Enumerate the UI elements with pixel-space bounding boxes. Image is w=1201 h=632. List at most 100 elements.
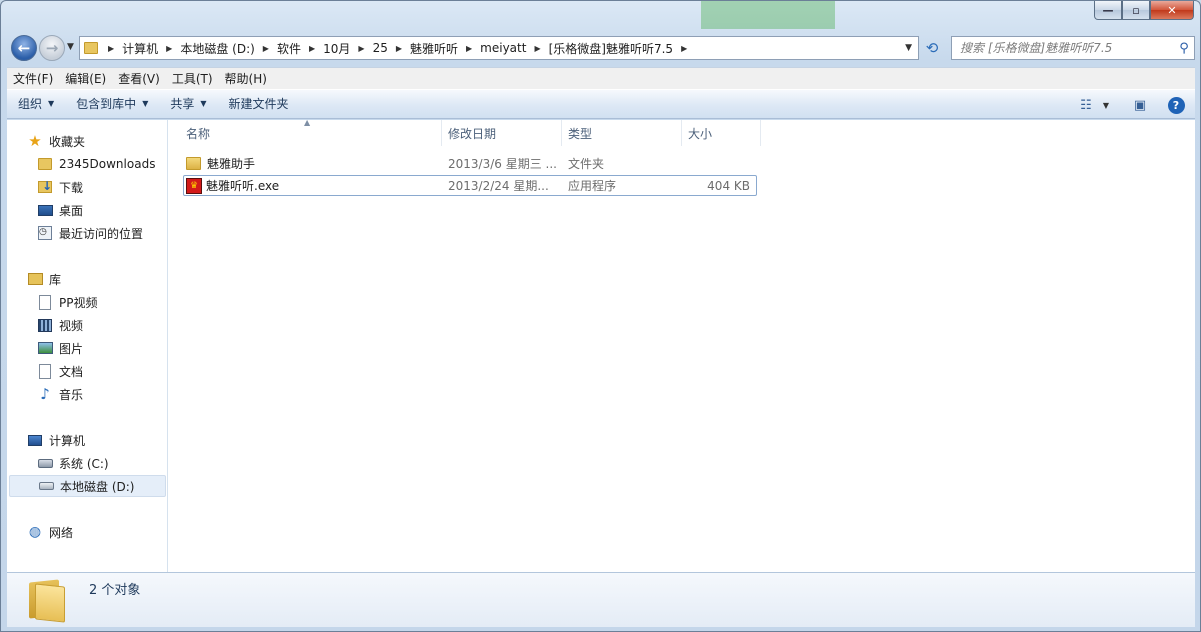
include-in-library-button[interactable]: 包含到库中 ▼ [65, 92, 159, 116]
sidebar-item-label: 桌面 [59, 203, 84, 218]
sidebar-item-pictures[interactable]: 图片 [37, 337, 83, 359]
sidebar-item-downloads[interactable]: 下载 [37, 176, 83, 198]
breadcrumb-25[interactable]: 25 [369, 37, 392, 59]
sidebar-item-videos[interactable]: 视频 [37, 314, 83, 336]
file-size: 404 KB [707, 178, 750, 193]
maximize-button[interactable]: ▫ [1122, 1, 1150, 20]
file-name-cell: ♛ 魅雅听听.exe [184, 177, 448, 194]
chevron-right-icon[interactable]: ▶ [530, 44, 544, 53]
breadcrumb-meiya[interactable]: 魅雅听听 [406, 37, 462, 59]
column-header-name[interactable]: 名称 [180, 120, 442, 146]
search-icon[interactable]: ⚲ [1174, 41, 1194, 56]
sidebar-item-label: 本地磁盘 (D:) [60, 479, 135, 494]
sidebar-item-documents[interactable]: 文档 [37, 360, 83, 382]
sidebar-item-music[interactable]: ♪ 音乐 [37, 383, 83, 405]
file-type: 应用程序 [568, 179, 617, 193]
sidebar-item-label: 音乐 [59, 387, 84, 402]
network-icon: ◍ [28, 524, 42, 540]
file-date: 2013/2/24 星期... [448, 179, 549, 193]
file-name: 魅雅听听.exe [206, 179, 280, 193]
sidebar-item-label: 下载 [59, 180, 84, 195]
sidebar-item-desktop[interactable]: 桌面 [37, 199, 83, 221]
organize-label: 组织 [18, 97, 43, 111]
breadcrumb-current-folder[interactable]: [乐格微盘]魅雅听听7.5 [545, 37, 677, 59]
folder-icon [84, 42, 98, 54]
file-name-cell: 魅雅助手 [184, 155, 448, 172]
download-folder-icon [37, 179, 53, 195]
help-button[interactable]: ? [1163, 93, 1189, 117]
refresh-button[interactable]: ⟲ [921, 37, 943, 59]
new-folder-label: 新建文件夹 [228, 97, 289, 111]
large-folder-icon [27, 579, 67, 623]
view-dropdown-icon[interactable]: ▼ [1099, 93, 1113, 117]
explorer-window: — ▫ ✕ ← → ▼ ▶ 计算机 ▶ 本地磁盘 (D:) ▶ 软件 ▶ 10月… [0, 0, 1201, 632]
chevron-down-icon: ▼ [48, 99, 55, 108]
navigation-pane: ★ 收藏夹 2345Downloads 下载 桌面 ◷ 最近访问的位置 库 PP… [7, 120, 168, 572]
menu-view[interactable]: 查看(V) [112, 69, 166, 89]
address-dropdown-icon[interactable]: ▼ [905, 43, 912, 53]
chevron-right-icon[interactable]: ▶ [259, 44, 273, 53]
chevron-right-icon[interactable]: ▶ [392, 44, 406, 53]
breadcrumb-meiyatt[interactable]: meiyatt [476, 37, 530, 59]
file-date: 2013/3/6 星期三 ... [448, 157, 557, 171]
chevron-right-icon[interactable]: ▶ [104, 44, 118, 53]
item-count: 2 个对象 [89, 583, 141, 598]
column-header-size[interactable]: 大小 [682, 120, 761, 146]
sidebar-item-label: 文档 [59, 364, 84, 379]
sidebar-item-favorites[interactable]: ★ 收藏夹 [27, 130, 85, 152]
sidebar-item-drive-d[interactable]: 本地磁盘 (D:) [9, 475, 166, 497]
chevron-down-icon: ▼ [142, 99, 149, 108]
organize-button[interactable]: 组织 ▼ [7, 92, 65, 116]
view-options-icon[interactable]: ☷ [1073, 93, 1099, 117]
new-folder-button[interactable]: 新建文件夹 [218, 92, 300, 116]
chevron-down-icon: ▼ [200, 99, 207, 108]
chevron-right-icon[interactable]: ▶ [677, 44, 691, 53]
menu-tools[interactable]: 工具(T) [166, 69, 219, 89]
close-button[interactable]: ✕ [1150, 1, 1194, 20]
chevron-right-icon[interactable]: ▶ [462, 44, 476, 53]
sidebar-item-computer[interactable]: 计算机 [27, 429, 85, 451]
column-header-type[interactable]: 类型 [562, 120, 682, 146]
sort-ascending-icon: ▲ [304, 118, 311, 127]
sidebar-item-label: 计算机 [49, 433, 86, 448]
share-button[interactable]: 共享 ▼ [159, 92, 217, 116]
back-button[interactable]: ← [11, 35, 37, 61]
sidebar-item-recent-places[interactable]: ◷ 最近访问的位置 [37, 222, 143, 244]
menu-file[interactable]: 文件(F) [7, 69, 59, 89]
sidebar-item-network[interactable]: ◍ 网络 [27, 521, 73, 543]
breadcrumb-computer[interactable]: 计算机 [118, 37, 162, 59]
caption-buttons: — ▫ ✕ [1094, 1, 1194, 21]
sidebar-item-2345downloads[interactable]: 2345Downloads [37, 153, 155, 175]
address-bar[interactable]: ▶ 计算机 ▶ 本地磁盘 (D:) ▶ 软件 ▶ 10月 ▶ 25 ▶ 魅雅听听… [79, 36, 919, 60]
sidebar-item-label: 最近访问的位置 [59, 226, 144, 241]
menu-edit[interactable]: 编辑(E) [59, 69, 112, 89]
sidebar-item-label: 图片 [59, 341, 84, 356]
preview-pane-icon[interactable]: ▣ [1127, 93, 1153, 117]
sidebar-item-label: 库 [49, 272, 62, 287]
column-header-date[interactable]: 修改日期 [442, 120, 562, 146]
breadcrumb-drive-d[interactable]: 本地磁盘 (D:) [176, 37, 258, 59]
sidebar-item-drive-c[interactable]: 系统 (C:) [37, 452, 109, 474]
file-row-exe[interactable]: ♛ 魅雅听听.exe 2013/2/24 星期... 应用程序 404 KB [183, 175, 757, 196]
folder-icon [37, 156, 53, 172]
chevron-right-icon[interactable]: ▶ [354, 44, 368, 53]
search-input[interactable] [952, 38, 1174, 58]
file-list-pane: 名称 修改日期 类型 大小 ▲ 魅雅助手 2013/3/6 星期三 ... 文件… [168, 118, 1195, 572]
sidebar-item-libraries[interactable]: 库 [27, 268, 61, 290]
file-row-folder[interactable]: 魅雅助手 2013/3/6 星期三 ... 文件夹 [183, 153, 757, 174]
file-name: 魅雅助手 [207, 157, 256, 171]
menu-help[interactable]: 帮助(H) [219, 69, 273, 89]
forward-button[interactable]: → [39, 35, 65, 61]
breadcrumb-software[interactable]: 软件 [273, 37, 305, 59]
command-toolbar: 组织 ▼ 包含到库中 ▼ 共享 ▼ 新建文件夹 ☷ ▼ ▣ ? [7, 89, 1195, 119]
chevron-right-icon[interactable]: ▶ [305, 44, 319, 53]
recent-pages-dropdown-icon[interactable]: ▼ [67, 42, 74, 52]
sidebar-item-pp-video[interactable]: PP视频 [37, 291, 97, 313]
minimize-button[interactable]: — [1094, 1, 1122, 20]
folder-icon [186, 157, 201, 170]
breadcrumb-october[interactable]: 10月 [319, 37, 354, 59]
chevron-right-icon[interactable]: ▶ [162, 44, 176, 53]
sidebar-item-label: 系统 (C:) [59, 456, 109, 471]
application-icon: ♛ [186, 177, 202, 194]
document-icon [37, 363, 53, 379]
